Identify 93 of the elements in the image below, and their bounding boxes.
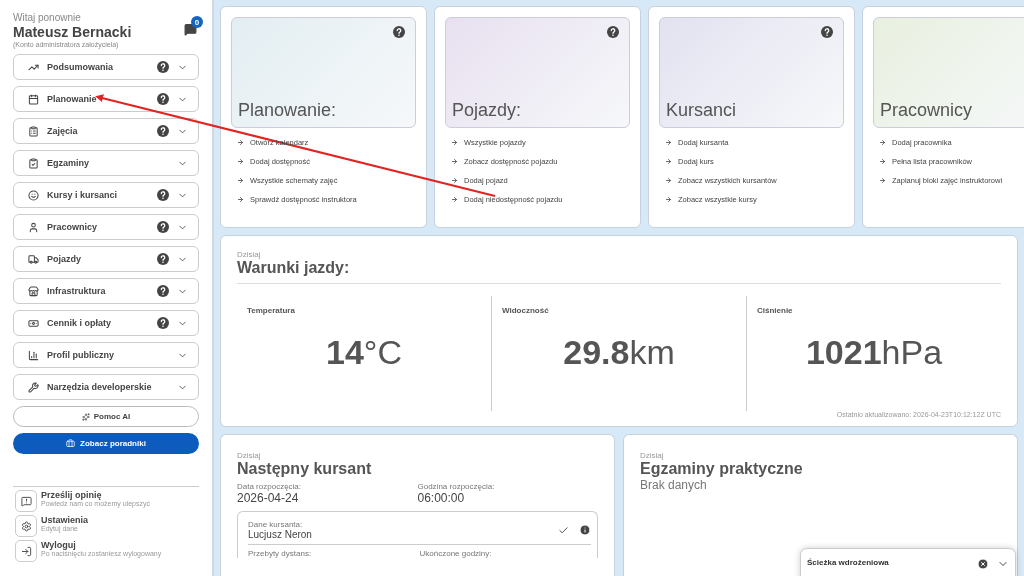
bar-chart-icon (28, 349, 39, 361)
help-icon[interactable] (157, 93, 169, 105)
card-title: Planowanie: (238, 100, 337, 121)
card-title: Egzaminy praktyczne (640, 460, 804, 478)
field-label: Przebyty dystans: (248, 549, 313, 558)
card-title: Warunki jazdy: (237, 259, 351, 277)
footer-title[interactable]: Ustawienia (41, 515, 89, 525)
field-label: Godzina rozpoczęcia: (417, 482, 496, 491)
arrow-icon (451, 158, 458, 165)
person-icon (28, 221, 39, 233)
arrow-icon (665, 139, 672, 146)
metric-label: Ciśnienie (757, 306, 794, 315)
wrench-icon (28, 381, 39, 393)
metric-label: Temperatura (247, 306, 296, 315)
help-icon[interactable] (607, 26, 619, 38)
sparkle-icon (81, 412, 90, 421)
card-title: Kursanci (666, 100, 737, 121)
arrow-icon (237, 158, 244, 165)
footer-title[interactable]: Prześlij opinię (41, 490, 150, 500)
field-label: Data rozpoczęcia: (237, 482, 303, 491)
menu-item[interactable]: Planowanie (13, 86, 199, 112)
card-caption: Dzisiaj (237, 451, 262, 460)
field-value: 2026-04-24 (237, 491, 300, 505)
footer-icon-button[interactable] (15, 515, 37, 537)
metric-value: 14°C (325, 333, 403, 372)
arrow-icon (665, 196, 672, 203)
footer-title[interactable]: Wyloguj (41, 540, 162, 550)
menu-item[interactable]: Cennik i opłaty (13, 310, 199, 336)
help-icon[interactable] (821, 26, 833, 38)
arrow-icon (237, 177, 244, 184)
briefcase-icon (66, 439, 76, 448)
card-title: Następny kursant (237, 460, 373, 478)
menu-item[interactable]: Profil publiczny (13, 342, 199, 368)
help-icon[interactable] (157, 317, 169, 329)
menu-item[interactable]: Egzaminy (13, 150, 199, 176)
panel-title: Ścieżka wdrożeniowa (807, 558, 890, 567)
arrow-icon (451, 196, 458, 203)
close-icon[interactable] (977, 558, 989, 570)
field-label: Ukończone godziny: (419, 549, 493, 558)
help-icon[interactable] (157, 221, 169, 233)
user-name: Mateusz Bernacki (13, 24, 132, 40)
check-icon[interactable] (558, 524, 569, 536)
arrow-icon (451, 177, 458, 184)
arrow-icon (451, 139, 458, 146)
store-icon (28, 285, 39, 297)
menu-item[interactable]: Narzędzia developerskie (13, 374, 199, 400)
card-title: Pojazdy: (452, 100, 522, 121)
help-icon[interactable] (157, 189, 169, 201)
truck-icon (28, 253, 39, 265)
metric-value: 1021hPa (804, 333, 944, 372)
face-icon (28, 189, 39, 201)
menu-item[interactable]: Podsumowania (13, 54, 199, 80)
notification-badge: 0 (191, 16, 203, 28)
help-icon[interactable] (393, 26, 405, 38)
metric-label: Widoczność (502, 306, 550, 315)
card-caption: Dzisiaj (640, 451, 665, 460)
settings-icon (20, 520, 32, 532)
menu-item[interactable]: Pracownicy (13, 214, 199, 240)
help-icon[interactable] (157, 253, 169, 265)
help-icon[interactable] (157, 125, 169, 137)
clipboard-icon (28, 125, 39, 137)
arrow-icon (879, 158, 886, 165)
arrow-icon (237, 139, 244, 146)
greeting: Witaj ponownie (13, 12, 82, 23)
arrow-icon (879, 177, 886, 184)
footer-icon-button[interactable] (15, 540, 37, 562)
field-value: 06:00:00 (417, 491, 466, 505)
card-title: Pracownicy (880, 100, 973, 121)
messages-icon[interactable] (184, 23, 197, 36)
ai-help-button[interactable]: Pomoc AI (13, 406, 199, 427)
arrow-icon (879, 139, 886, 146)
menu-item[interactable]: Infrastruktura (13, 278, 199, 304)
calendar-icon (28, 93, 39, 105)
guides-button[interactable]: Zobacz poradniki (13, 433, 199, 454)
metric-value: 29.8km (562, 333, 676, 372)
menu-item[interactable]: Pojazdy (13, 246, 199, 272)
info-icon[interactable] (579, 524, 591, 536)
student-name: Lucjusz Neron (248, 529, 313, 540)
clipboard-check-icon (28, 157, 39, 169)
empty-message: Brak danych (640, 478, 708, 492)
card-caption: Dzisiaj (237, 250, 262, 259)
arrow-icon (665, 177, 672, 184)
arrow-icon (237, 196, 244, 203)
field-label: Dane kursanta: (248, 520, 304, 529)
logout-icon (20, 545, 32, 557)
menu-item[interactable]: Zajęcia (13, 118, 199, 144)
footer-icon-button[interactable] (15, 490, 37, 512)
arrow-icon (665, 158, 672, 165)
menu-item[interactable]: Kursy i kursanci (13, 182, 199, 208)
banknote-icon (28, 317, 39, 329)
help-icon[interactable] (157, 285, 169, 297)
feedback-icon (20, 495, 32, 507)
help-icon[interactable] (157, 61, 169, 73)
